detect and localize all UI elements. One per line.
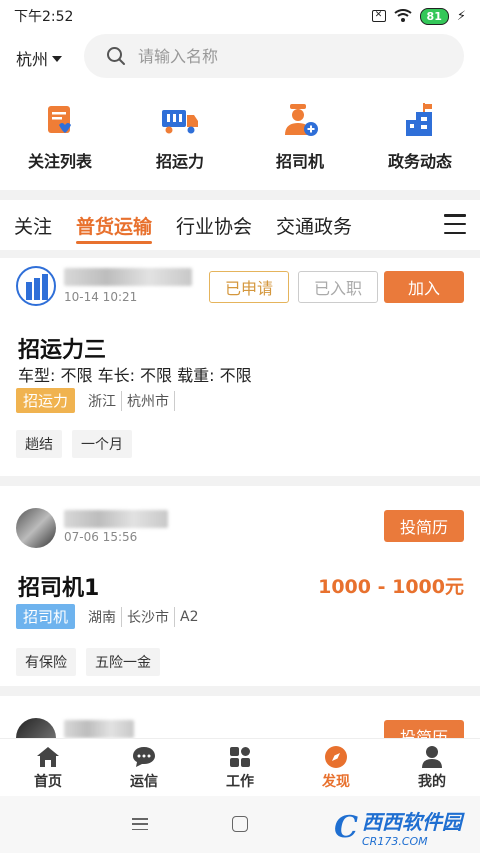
tag-row: 招运力 浙江 杭州市	[16, 388, 176, 413]
joined-button[interactable]: 已入职	[298, 271, 378, 303]
category-tabs: 关注 普货运输 行业协会 交通政务	[0, 200, 480, 250]
nav-label: 工作	[226, 773, 254, 790]
system-nav-bar: C 西西软件园 CR173.COM	[0, 796, 480, 853]
salary-range: 1000 - 1000元	[318, 576, 464, 598]
watermark-subtext: CR173.COM	[362, 835, 428, 848]
location-province: 湖南	[83, 606, 123, 627]
chip: 有保险	[16, 648, 76, 676]
wifi-icon	[393, 9, 412, 22]
section-divider	[0, 250, 480, 258]
chip: 一个月	[72, 430, 132, 458]
join-button[interactable]: 加入	[384, 271, 464, 303]
applied-button[interactable]: 已申请	[209, 271, 289, 303]
driver-add-icon	[280, 100, 320, 140]
submit-resume-button[interactable]: 投简历	[384, 510, 464, 542]
nav-label: 首页	[34, 773, 62, 790]
tab-transport-gov[interactable]: 交通政务	[276, 200, 352, 250]
location-city: 长沙市	[122, 606, 176, 627]
chip: 五险一金	[86, 648, 160, 676]
watermark-logo: C 西西软件园 CR173.COM	[334, 806, 462, 849]
post-card[interactable]: 10-14 10:21 已申请 已入职 加入 招运力三 车型: 不限 车长: 不…	[0, 258, 480, 476]
quick-actions: 关注列表 招运力 招司机 政务动态	[0, 100, 480, 180]
quick-action-label: 招司机	[275, 152, 324, 171]
nav-work[interactable]: 工作	[192, 739, 288, 796]
post-title: 招运力三	[18, 338, 107, 363]
status-bar: 下午2:52 ✕ 81 ⚡	[0, 0, 480, 32]
quick-action-follow-list[interactable]: 关注列表	[0, 100, 120, 180]
location-city: 杭州市	[122, 390, 176, 411]
submit-resume-button[interactable]: 投简历	[384, 720, 464, 738]
grid-apps-icon	[227, 745, 253, 769]
bottom-nav: 首页 运信 工作 发现 我的	[0, 738, 480, 796]
card-divider	[0, 686, 480, 696]
truck-icon	[160, 100, 200, 140]
watermark-text: 西西软件园	[362, 810, 462, 834]
system-menu-icon[interactable]	[132, 818, 148, 830]
post-card[interactable]: 投简历	[0, 696, 480, 738]
quick-action-recruit-driver[interactable]: 招司机	[240, 100, 360, 180]
tab-general-freight[interactable]: 普货运输	[76, 200, 153, 250]
poster-name-redacted	[64, 720, 134, 738]
avatar	[16, 508, 56, 548]
avatar	[16, 266, 56, 306]
search-icon	[107, 47, 125, 65]
license-class: A2	[180, 608, 199, 625]
watermark-logo-mark: C	[334, 809, 358, 845]
chip: 趟结	[16, 430, 62, 458]
city-label: 杭州	[16, 50, 49, 69]
caret-down-icon	[52, 56, 63, 62]
location-province: 浙江	[83, 390, 123, 411]
nav-label: 我的	[418, 773, 446, 790]
quick-action-label: 关注列表	[27, 152, 92, 171]
category-tag: 招司机	[16, 604, 76, 629]
quick-action-label: 招运力	[155, 152, 204, 171]
government-building-icon	[400, 100, 440, 140]
poster-name-redacted	[64, 510, 168, 528]
nav-messages[interactable]: 运信	[96, 739, 192, 796]
battery-icon: 81	[419, 7, 449, 25]
post-title: 招司机1	[18, 576, 100, 601]
avatar	[16, 718, 56, 738]
nav-label: 运信	[130, 773, 158, 790]
nav-profile[interactable]: 我的	[384, 739, 480, 796]
search-bar[interactable]	[84, 34, 464, 78]
chip-row: 有保险 五险一金	[16, 648, 160, 676]
post-date: 10-14 10:21	[64, 290, 138, 304]
nav-discover[interactable]: 发现	[288, 739, 384, 796]
post-card[interactable]: 07-06 15:56 投简历 招司机1 1000 - 1000元 招司机 湖南…	[0, 486, 480, 686]
search-input[interactable]	[138, 46, 438, 66]
charging-icon: ⚡	[456, 8, 466, 24]
user-profile-icon	[419, 745, 445, 769]
nav-label: 发现	[322, 773, 350, 790]
system-home-icon[interactable]	[232, 816, 248, 832]
poster-name-redacted	[64, 268, 192, 286]
compass-icon	[323, 745, 349, 769]
vehicle-specs: 车型: 不限 车长: 不限 载重: 不限	[18, 366, 252, 385]
category-tag: 招运力	[16, 388, 76, 413]
tab-industry-association[interactable]: 行业协会	[176, 200, 252, 250]
menu-icon[interactable]	[444, 214, 466, 234]
home-icon	[35, 745, 61, 769]
card-divider	[0, 476, 480, 486]
section-divider	[0, 190, 480, 200]
tag-row: 招司机 湖南 长沙市 A2	[16, 604, 204, 629]
city-selector[interactable]: 杭州	[16, 46, 63, 70]
status-time: 下午2:52	[14, 9, 74, 25]
bookmark-list-icon	[40, 100, 80, 140]
tab-follow[interactable]: 关注	[14, 200, 52, 250]
post-date: 07-06 15:56	[64, 530, 138, 544]
sim-card-icon: ✕	[371, 10, 386, 22]
quick-action-label: 政务动态	[387, 152, 452, 171]
chip-row: 趟结 一个月	[16, 430, 132, 458]
status-icons: ✕ 81 ⚡	[371, 7, 466, 25]
chat-bubble-icon	[131, 745, 157, 769]
nav-home[interactable]: 首页	[0, 739, 96, 796]
quick-action-transport[interactable]: 招运力	[120, 100, 240, 180]
quick-action-gov-news[interactable]: 政务动态	[360, 100, 480, 180]
